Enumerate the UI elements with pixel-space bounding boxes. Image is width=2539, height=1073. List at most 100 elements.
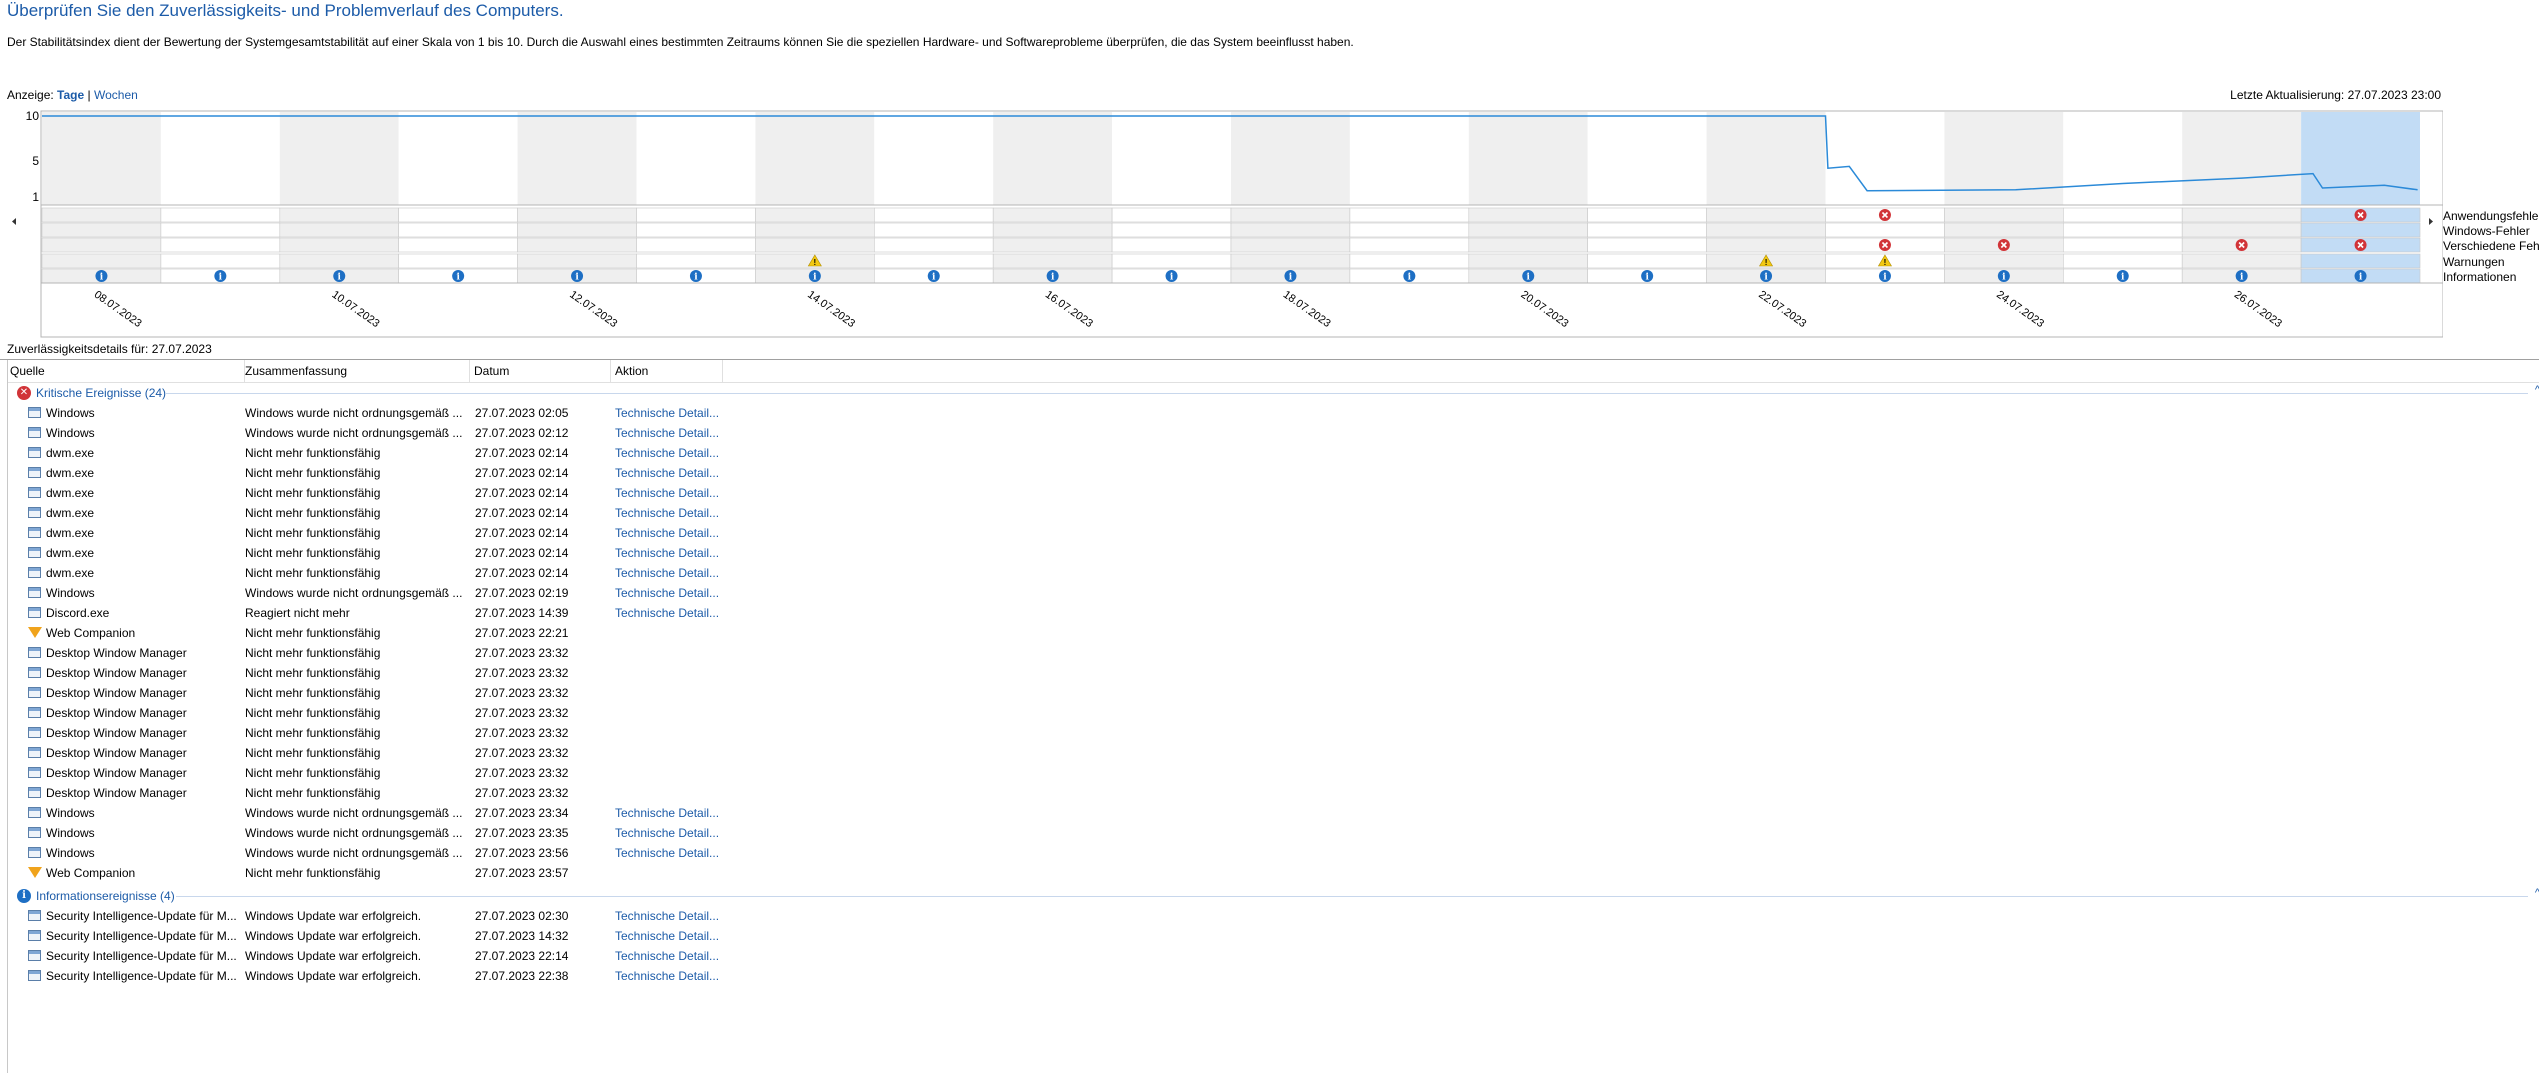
event-group-label[interactable]: Informationsereignisse (4) — [36, 889, 175, 903]
day-column[interactable] — [42, 112, 161, 205]
column-header-action[interactable]: Aktion — [615, 364, 648, 378]
event-cell[interactable] — [1944, 222, 2064, 238]
event-cell[interactable] — [1230, 237, 1351, 253]
event-cell[interactable] — [2181, 207, 2302, 223]
table-row[interactable]: dwm.exe Nicht mehr funktionsfähig 27.07.20… — [8, 463, 2539, 483]
technical-details-link[interactable]: Technische Detail... — [615, 909, 725, 923]
table-row[interactable]: dwm.exe Nicht mehr funktionsfähig 27.07.20… — [8, 543, 2539, 563]
day-column[interactable] — [993, 112, 1113, 205]
day-column[interactable] — [279, 112, 399, 205]
technical-details-link[interactable]: Technische Detail... — [615, 546, 725, 560]
event-cell[interactable] — [160, 207, 281, 223]
day-column[interactable] — [1706, 112, 1826, 205]
view-weeks-link[interactable]: Wochen — [94, 88, 138, 102]
day-column[interactable] — [1587, 112, 1707, 205]
table-row[interactable]: Security Intelligence-Update für M... Win… — [8, 926, 2539, 946]
table-row[interactable]: Windows Windows wurde nicht ordnungsgemäß… — [8, 803, 2539, 823]
table-row[interactable]: Desktop Window Manager Nicht mehr funktio… — [8, 683, 2539, 703]
table-row[interactable]: Desktop Window Manager Nicht mehr funktio… — [8, 763, 2539, 783]
event-cell[interactable] — [1349, 237, 1470, 253]
event-cell[interactable] — [279, 207, 399, 223]
technical-details-link[interactable]: Technische Detail... — [615, 969, 725, 983]
table-row[interactable]: Desktop Window Manager Nicht mehr funktio… — [8, 783, 2539, 803]
column-divider[interactable] — [722, 360, 723, 382]
day-column[interactable] — [1231, 112, 1350, 205]
event-group-header[interactable]: i Informationsereignisse (4) ^ — [8, 886, 2539, 906]
event-cell[interactable] — [2300, 222, 2421, 238]
table-row[interactable]: Desktop Window Manager Nicht mehr funktio… — [8, 663, 2539, 683]
event-group-header[interactable]: ✕ Kritische Ereignisse (24) ^ — [8, 383, 2539, 403]
event-cell[interactable] — [2063, 222, 2183, 238]
technical-details-link[interactable]: Technische Detail... — [615, 466, 725, 480]
column-header-source[interactable]: Quelle — [10, 364, 45, 378]
event-cell[interactable] — [1587, 237, 1707, 253]
day-column[interactable] — [2063, 112, 2183, 205]
day-column[interactable] — [2301, 112, 2420, 205]
event-cell[interactable] — [398, 253, 518, 269]
event-cell[interactable] — [1468, 222, 1589, 238]
event-cell[interactable] — [517, 253, 637, 269]
table-row[interactable]: Security Intelligence-Update für M... Win… — [8, 966, 2539, 986]
table-row[interactable]: Desktop Window Manager Nicht mehr funktio… — [8, 743, 2539, 763]
event-cell[interactable] — [1944, 207, 2064, 223]
table-row[interactable]: dwm.exe Nicht mehr funktionsfähig 27.07.20… — [8, 443, 2539, 463]
event-cell[interactable] — [873, 207, 994, 223]
table-row[interactable]: Windows Windows wurde nicht ordnungsgemäß… — [8, 583, 2539, 603]
event-cell[interactable] — [636, 222, 756, 238]
technical-details-link[interactable]: Technische Detail... — [615, 506, 725, 520]
table-row[interactable]: dwm.exe Nicht mehr funktionsfähig 27.07.20… — [8, 483, 2539, 503]
technical-details-link[interactable]: Technische Detail... — [615, 486, 725, 500]
day-column[interactable] — [874, 112, 994, 205]
event-cell[interactable] — [398, 237, 518, 253]
event-cell[interactable] — [160, 237, 281, 253]
table-row[interactable]: Windows Windows wurde nicht ordnungsgemäß… — [8, 823, 2539, 843]
event-cell[interactable] — [755, 237, 875, 253]
event-cell[interactable] — [1468, 253, 1589, 269]
event-cell[interactable] — [2300, 253, 2421, 269]
table-row[interactable]: dwm.exe Nicht mehr funktionsfähig 27.07.20… — [8, 563, 2539, 583]
technical-details-link[interactable]: Technische Detail... — [615, 826, 725, 840]
day-column[interactable] — [2182, 112, 2302, 205]
event-cell[interactable] — [1706, 207, 1826, 223]
table-row[interactable]: Web Companion Nicht mehr funktionsfähig 27… — [8, 863, 2539, 883]
event-cell[interactable] — [1468, 237, 1589, 253]
day-column[interactable] — [160, 112, 280, 205]
event-cell[interactable] — [41, 222, 162, 238]
column-header-summary[interactable]: Zusammenfassung — [245, 364, 347, 378]
event-cell[interactable] — [1587, 222, 1707, 238]
technical-details-link[interactable]: Technische Detail... — [615, 586, 725, 600]
event-cell[interactable] — [2063, 237, 2183, 253]
event-cell[interactable] — [992, 253, 1113, 269]
technical-details-link[interactable]: Technische Detail... — [615, 806, 725, 820]
column-divider[interactable] — [610, 360, 611, 382]
table-row[interactable]: Web Companion Nicht mehr funktionsfähig 27… — [8, 623, 2539, 643]
event-cell[interactable] — [755, 207, 875, 223]
table-row[interactable]: Desktop Window Manager Nicht mehr funktio… — [8, 643, 2539, 663]
technical-details-link[interactable]: Technische Detail... — [615, 606, 725, 620]
table-row[interactable]: Security Intelligence-Update für M... Win… — [8, 906, 2539, 926]
collapse-icon[interactable]: ^ — [2535, 384, 2539, 396]
event-cell[interactable] — [1706, 237, 1826, 253]
technical-details-link[interactable]: Technische Detail... — [615, 526, 725, 540]
event-cell[interactable] — [1825, 222, 1945, 238]
technical-details-link[interactable]: Technische Detail... — [615, 929, 725, 943]
event-cell[interactable] — [1349, 253, 1470, 269]
event-cell[interactable] — [2063, 253, 2183, 269]
event-cell[interactable] — [1587, 253, 1707, 269]
event-cell[interactable] — [41, 237, 162, 253]
event-cell[interactable] — [992, 237, 1113, 253]
technical-details-link[interactable]: Technische Detail... — [615, 406, 725, 420]
technical-details-link[interactable]: Technische Detail... — [615, 949, 725, 963]
table-row[interactable]: Windows Windows wurde nicht ordnungsgemäß… — [8, 403, 2539, 423]
event-cell[interactable] — [636, 237, 756, 253]
event-cell[interactable] — [992, 207, 1113, 223]
table-row[interactable]: Discord.exe Reagiert nicht mehr 27.07.2023… — [8, 603, 2539, 623]
day-column[interactable] — [398, 112, 518, 205]
event-cell[interactable] — [517, 237, 637, 253]
event-cell[interactable] — [160, 253, 281, 269]
event-cell[interactable] — [1111, 207, 1232, 223]
event-cell[interactable] — [873, 253, 994, 269]
day-column[interactable] — [517, 112, 637, 205]
day-column[interactable] — [755, 112, 875, 205]
technical-details-link[interactable]: Technische Detail... — [615, 846, 725, 860]
